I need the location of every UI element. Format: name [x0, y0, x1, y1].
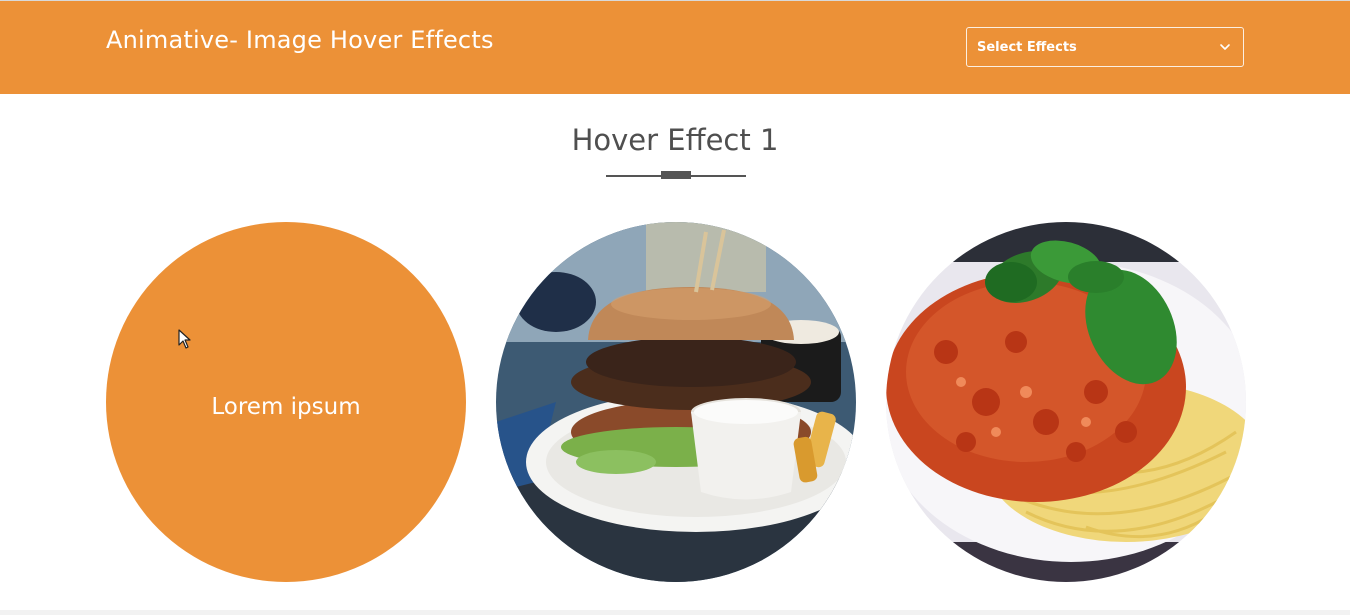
burger-image — [496, 222, 856, 582]
bottom-border — [0, 610, 1350, 615]
effects-select[interactable]: Select Effects — [966, 27, 1244, 67]
site-title: Animative- Image Hover Effects — [106, 26, 494, 54]
hover-card-3[interactable] — [886, 222, 1246, 582]
mouse-pointer-icon — [178, 329, 191, 349]
section-title: Hover Effect 1 — [571, 123, 779, 157]
hover-card-1[interactable]: Lorem ipsum — [106, 222, 466, 582]
effects-select-label: Select Effects — [977, 40, 1077, 55]
card-overlay-text: Lorem ipsum — [211, 394, 361, 420]
chevron-down-icon — [1220, 44, 1230, 50]
title-divider-accent — [661, 171, 691, 179]
hover-card-2[interactable] — [496, 222, 856, 582]
spaghetti-image — [886, 222, 1246, 582]
site-header: Animative- Image Hover Effects Select Ef… — [0, 1, 1350, 94]
